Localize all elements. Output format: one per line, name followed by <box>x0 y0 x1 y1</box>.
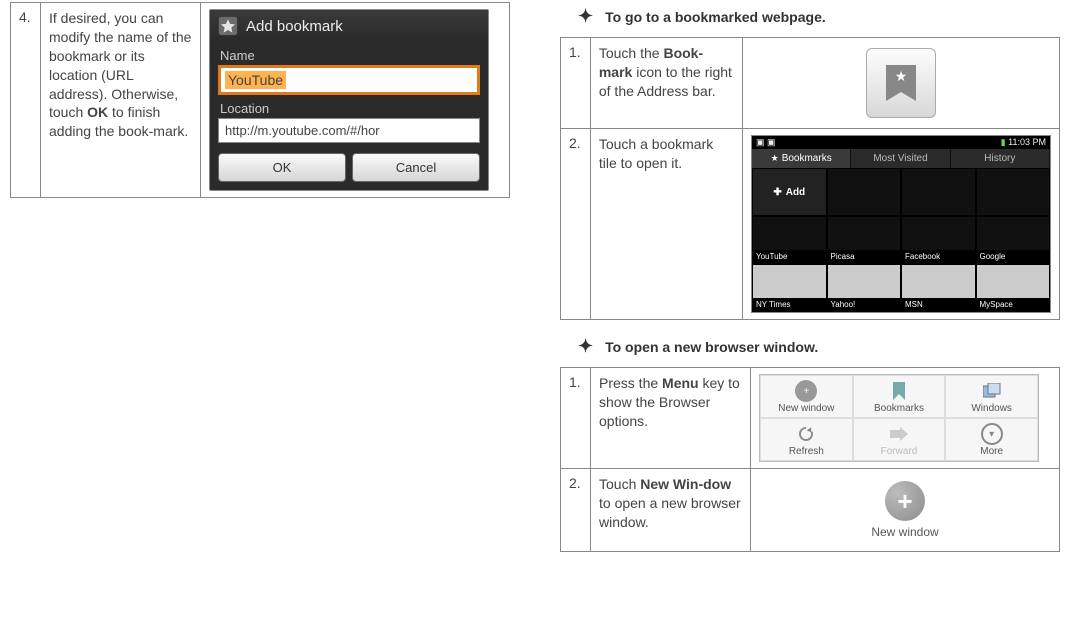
chevron-down-icon: ▾ <box>981 423 1003 445</box>
r-step4-bold: New Win-dow <box>640 476 731 492</box>
bookmark-icon <box>888 380 910 402</box>
tab-history[interactable]: History <box>951 149 1050 168</box>
r-step4-post: to open a new browser window. <box>599 495 741 530</box>
new-window-option[interactable]: + New window <box>759 475 1051 545</box>
opt-refresh[interactable]: Refresh <box>760 418 853 461</box>
bookmark-tile[interactable]: NY Times <box>752 264 827 312</box>
name-input-value: YouTube <box>225 71 286 89</box>
step4-text: If desired, you can modify the name of t… <box>41 3 201 198</box>
bookmark-tile[interactable]: MySpace <box>976 264 1051 312</box>
location-label: Location <box>210 95 488 118</box>
opt-forward[interactable]: Forward <box>853 418 946 461</box>
section-head-goto-bookmark: ✦ To go to a bookmarked webpage. <box>578 6 1060 27</box>
section-head-2-text: To open a new browser window. <box>605 339 818 355</box>
bookmark-tile[interactable] <box>827 168 902 216</box>
add-bookmark-tile[interactable]: ✚ Add <box>752 168 827 216</box>
r-step1-num: 1. <box>561 38 591 129</box>
left-table: 4. If desired, you can modify the name o… <box>10 2 510 198</box>
new-window-label: New window <box>871 525 938 539</box>
windows-icon <box>981 380 1003 402</box>
tab-most-visited[interactable]: Most Visited <box>851 149 950 168</box>
r-step1-pre: Touch the <box>599 45 664 61</box>
status-icons: ▣ ▣ <box>756 137 776 148</box>
status-right: ▮ 11:03 PM <box>1001 137 1046 148</box>
dialog-header: Add bookmark <box>210 10 488 42</box>
right-column: ✦ To go to a bookmarked webpage. 1. Touc… <box>560 2 1060 568</box>
bookmark-tile[interactable]: Picasa <box>827 216 902 264</box>
r-step3-pre: Press the <box>599 375 662 391</box>
bookmark-tile[interactable]: MSN <box>901 264 976 312</box>
add-bookmark-dialog-cell: Add bookmark Name YouTube Location <box>201 3 510 198</box>
left-column: 4. If desired, you can modify the name o… <box>10 2 510 568</box>
name-input[interactable]: YouTube <box>218 65 480 95</box>
status-time: 11:03 PM <box>1008 137 1046 147</box>
bookmark-tile[interactable] <box>976 168 1051 216</box>
refresh-icon <box>795 423 817 445</box>
bookmark-star-icon: ★ <box>895 68 908 85</box>
bookmarks-screen-cell: ▣ ▣ ▮ 11:03 PM ★Bookmarks Most Visited H… <box>743 129 1060 320</box>
r-step2-num: 2. <box>561 129 591 320</box>
plus-icon: ✦ <box>578 336 593 357</box>
add-label: Add <box>786 187 805 198</box>
star-icon <box>218 16 238 36</box>
cancel-button[interactable]: Cancel <box>352 153 480 182</box>
r-step3-text: Press the Menu key to show the Browser o… <box>591 368 751 469</box>
bookmark-tile[interactable]: Google <box>976 216 1051 264</box>
bookmark-tile[interactable]: Facebook <box>901 216 976 264</box>
bookmark-button[interactable]: ★ <box>866 48 936 118</box>
r-step4-pre: Touch <box>599 476 640 492</box>
right-table-2: 1. Press the Menu key to show the Browse… <box>560 367 1060 552</box>
r-step2-text: Touch a bookmark tile to open it. <box>590 129 742 320</box>
section-head-1-text: To go to a bookmarked webpage. <box>605 9 826 25</box>
forward-icon <box>888 423 910 445</box>
right-table-1: 1. Touch the Book-mark icon to the right… <box>560 37 1060 320</box>
r-step3-num: 1. <box>561 368 591 469</box>
opt-windows[interactable]: Windows <box>945 375 1038 418</box>
browser-options: + New window Bookmarks <box>759 374 1039 462</box>
tab-bookmarks[interactable]: ★Bookmarks <box>752 149 851 168</box>
step4-number: 4. <box>11 3 41 198</box>
status-bar: ▣ ▣ ▮ 11:03 PM <box>752 136 1050 149</box>
opt-more[interactable]: ▾ More <box>945 418 1038 461</box>
bookmark-tile[interactable]: YouTube <box>752 216 827 264</box>
new-window-icon-cell: + New window <box>751 469 1060 552</box>
bookmark-icon-cell: ★ <box>743 38 1060 129</box>
bookmark-ribbon-icon: ★ <box>886 65 916 101</box>
dialog-title: Add bookmark <box>246 18 343 35</box>
opt-new-window[interactable]: + New window <box>760 375 853 418</box>
r-step4-num: 2. <box>561 469 591 552</box>
bookmarks-tabs: ★Bookmarks Most Visited History <box>752 149 1050 168</box>
bookmark-tile[interactable]: Yahoo! <box>827 264 902 312</box>
add-icon: ✚ <box>773 187 781 198</box>
step4-bold: OK <box>87 104 108 120</box>
add-bookmark-dialog: Add bookmark Name YouTube Location <box>209 9 489 191</box>
plus-circle-icon: + <box>885 481 925 521</box>
ok-button[interactable]: OK <box>218 153 346 182</box>
plus-icon: ✦ <box>578 6 593 27</box>
bookmarks-screen: ▣ ▣ ▮ 11:03 PM ★Bookmarks Most Visited H… <box>751 135 1051 313</box>
name-label: Name <box>210 42 488 65</box>
section-head-new-window: ✦ To open a new browser window. <box>578 336 1060 357</box>
browser-options-cell: + New window Bookmarks <box>751 368 1060 469</box>
bookmark-tile[interactable] <box>901 168 976 216</box>
r-step4-text: Touch New Win-dow to open a new browser … <box>591 469 751 552</box>
plus-circle-icon: + <box>795 380 817 402</box>
bookmarks-grid: ✚ Add YouTube Picasa Facebook Google NY … <box>752 168 1050 312</box>
location-input[interactable] <box>218 118 480 143</box>
r-step3-bold: Menu <box>662 375 699 391</box>
r-step1-text: Touch the Book-mark icon to the right of… <box>590 38 742 129</box>
opt-bookmarks[interactable]: Bookmarks <box>853 375 946 418</box>
